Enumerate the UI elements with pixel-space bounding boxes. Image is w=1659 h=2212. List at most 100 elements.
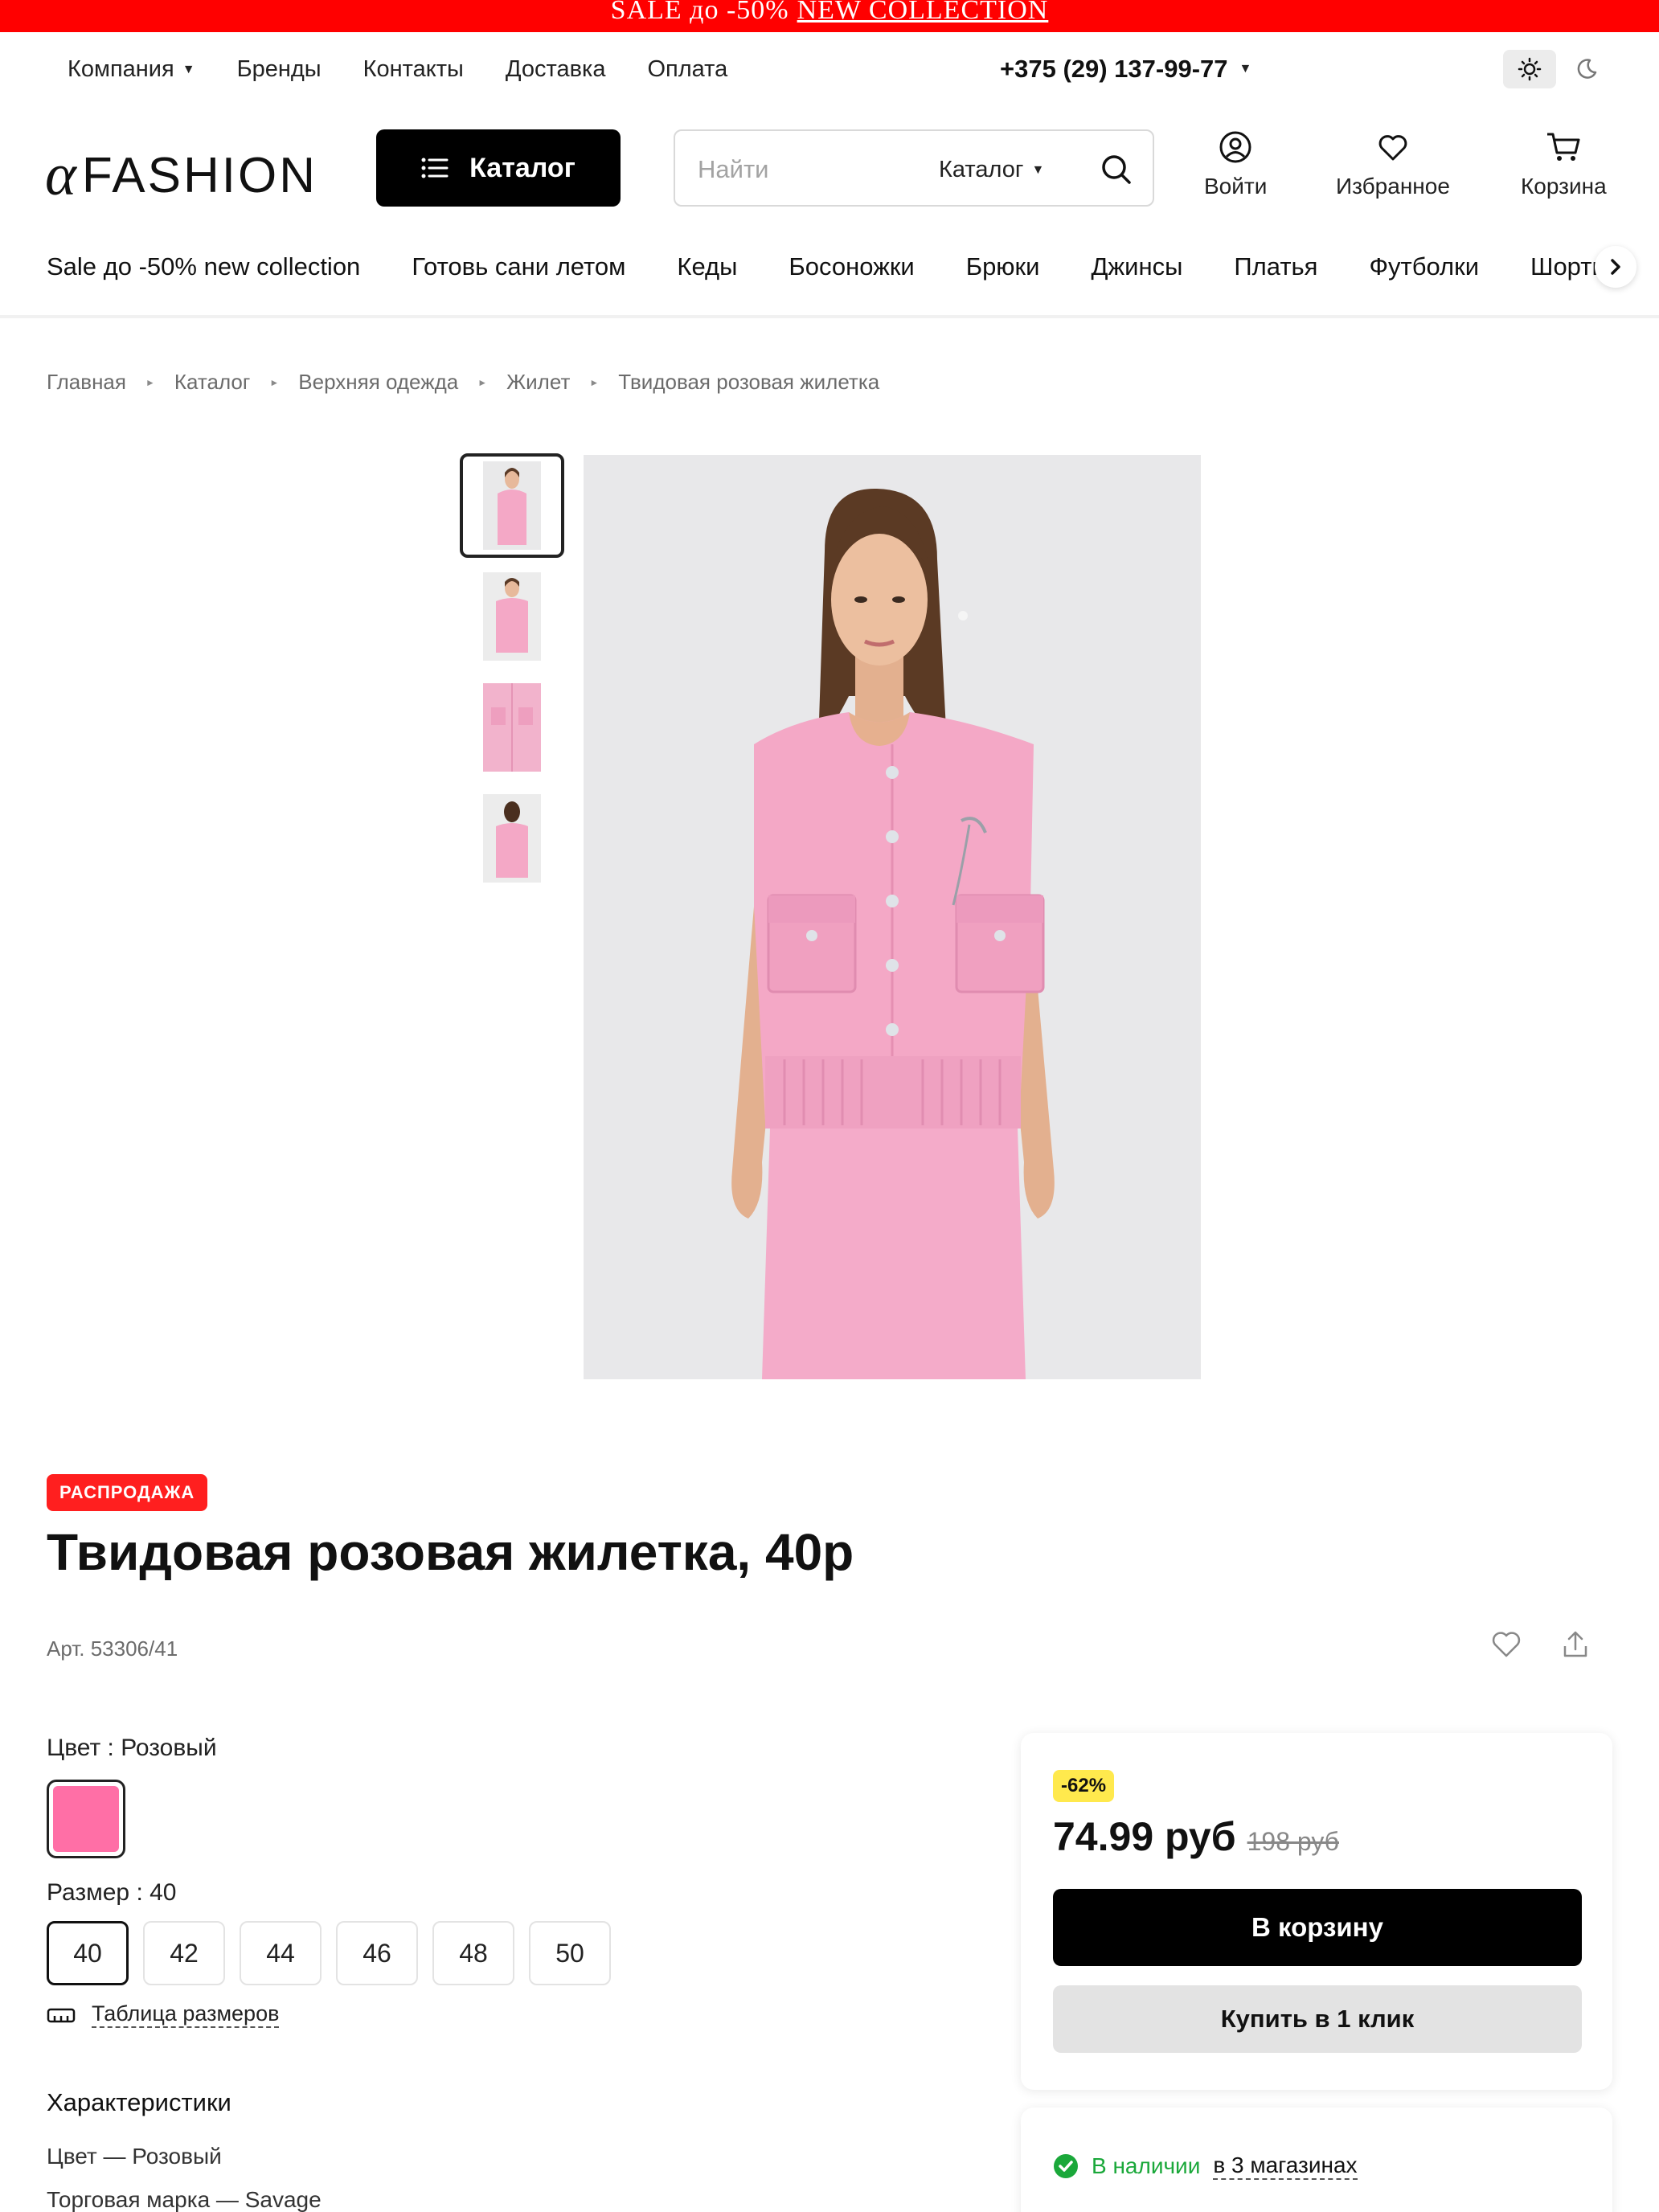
thumbnail-image	[483, 461, 541, 550]
thumbnail-2[interactable]	[460, 564, 564, 669]
moon-icon	[1577, 59, 1597, 79]
top-nav: Компания ▼ Бренды Контакты Доставка Опла…	[68, 56, 727, 83]
sale-badge: РАСПРОДАЖА	[47, 1474, 208, 1511]
header-divider	[0, 315, 1659, 318]
size-option[interactable]: 46	[336, 1921, 418, 1985]
category-item[interactable]: Кеды	[677, 252, 737, 281]
size-option[interactable]: 40	[47, 1921, 129, 1985]
top-nav-brands[interactable]: Бренды	[237, 56, 322, 83]
logo-text: FASHION	[81, 148, 318, 203]
top-nav-label: Бренды	[236, 56, 322, 82]
search-input[interactable]: Найти	[698, 155, 768, 184]
category-item[interactable]: Футболки	[1369, 252, 1479, 281]
product-thumbnails	[460, 453, 564, 897]
breadcrumb-current: Твидовая розовая жилетка	[618, 370, 880, 394]
thumbnail-4[interactable]	[460, 786, 564, 891]
cart-button[interactable]: Корзина	[1521, 130, 1607, 199]
breadcrumb-item[interactable]: Верхняя одежда	[298, 370, 458, 395]
thumbnail-1[interactable]	[460, 453, 564, 558]
category-item[interactable]: Брюки	[966, 252, 1040, 281]
discount-badge: -62%	[1053, 1770, 1115, 1802]
search-button[interactable]	[1099, 152, 1134, 191]
search-scope-label: Каталог	[939, 157, 1024, 182]
category-item[interactable]: Платья	[1234, 252, 1317, 281]
color-swatch-pink[interactable]	[47, 1780, 125, 1858]
top-nav-contacts[interactable]: Контакты	[363, 56, 464, 83]
catalog-button-label: Каталог	[469, 152, 576, 183]
promo-link[interactable]: NEW COLLECTION	[797, 0, 1049, 26]
category-item[interactable]: Sale до -50% new collection	[47, 252, 360, 281]
characteristic-item: Цвет — Розовый	[47, 2144, 222, 2169]
site-logo[interactable]: α FASHION	[45, 141, 317, 210]
product-sku: Арт. 53306/41	[47, 1636, 178, 1661]
thumbnail-3[interactable]	[460, 675, 564, 780]
product-main-image[interactable]	[584, 455, 1201, 1379]
size-selector: 40 42 44 46 48 50	[47, 1921, 611, 1985]
logo-mark: α	[45, 142, 79, 208]
size-table-link[interactable]: Таблица размеров	[47, 2001, 280, 2028]
list-icon	[421, 158, 449, 178]
promo-text: SALE до -50%	[610, 0, 789, 25]
thumbnail-image	[483, 683, 541, 772]
user-icon	[1219, 131, 1251, 163]
chevron-right-icon	[1611, 259, 1620, 275]
favorites-button[interactable]: Избранное	[1336, 130, 1450, 199]
breadcrumb-separator: ►	[269, 376, 280, 388]
cart-label: Корзина	[1521, 174, 1607, 199]
add-to-cart-button[interactable]: В корзину	[1053, 1889, 1582, 1966]
dark-theme-button[interactable]	[1567, 50, 1606, 88]
top-nav-delivery[interactable]: Доставка	[506, 56, 606, 83]
caret-down-icon: ▼	[182, 62, 195, 76]
buy-one-click-button[interactable]: Купить в 1 клик	[1053, 1985, 1582, 2053]
stock-box: В наличии в 3 магазинах	[1021, 2108, 1612, 2212]
top-nav-company[interactable]: Компания ▼	[68, 56, 195, 83]
category-item[interactable]: Джинсы	[1091, 252, 1182, 281]
category-item[interactable]: Босоножки	[789, 252, 914, 281]
search-scope-dropdown[interactable]: Каталог ▼	[939, 157, 1044, 183]
check-circle-icon	[1054, 2154, 1078, 2178]
old-price: 198 руб	[1247, 1827, 1339, 1856]
phone-number: +375 (29) 137-99-77	[1000, 55, 1228, 83]
size-option[interactable]: 50	[529, 1921, 611, 1985]
category-item[interactable]: Готовь сани летом	[412, 252, 625, 281]
ruler-icon	[47, 2008, 76, 2022]
breadcrumb: Главная ► Каталог ► Верхняя одежда ► Жил…	[47, 370, 879, 395]
top-nav-payment[interactable]: Оплата	[647, 56, 727, 83]
promo-banner[interactable]: SALE до -50% NEW COLLECTION	[0, 0, 1659, 32]
top-nav-label: Контакты	[363, 56, 464, 82]
main-header: α FASHION Каталог Найти Каталог ▼ Войти	[0, 121, 1659, 217]
add-to-favorites-button[interactable]	[1490, 1628, 1522, 1665]
size-label: Размер : 40	[47, 1879, 177, 1906]
share-button[interactable]	[1559, 1628, 1591, 1665]
product-photo	[584, 455, 1201, 1379]
breadcrumb-item[interactable]: Каталог	[174, 370, 251, 395]
swatch-fill	[53, 1786, 119, 1852]
category-nav: Sale до -50% new collection Готовь сани …	[0, 241, 1659, 305]
heart-icon	[1492, 1632, 1521, 1657]
size-option[interactable]: 48	[432, 1921, 514, 1985]
caret-down-icon: ▼	[1239, 62, 1252, 76]
size-option[interactable]: 44	[240, 1921, 322, 1985]
top-nav-label: Компания	[68, 56, 174, 82]
login-label: Войти	[1204, 174, 1268, 199]
sun-icon	[1518, 57, 1542, 81]
breadcrumb-item[interactable]: Главная	[47, 370, 126, 395]
category-list: Sale до -50% new collection Готовь сани …	[47, 252, 1616, 281]
breadcrumb-item[interactable]: Жилет	[506, 370, 570, 395]
breadcrumb-separator: ►	[477, 376, 488, 388]
category-scroll-right-button[interactable]	[1595, 246, 1636, 288]
caret-down-icon: ▼	[1031, 162, 1045, 177]
characteristics-list: Цвет — Розовый Торговая марка — Savage	[47, 2135, 322, 2212]
thumbnail-image	[483, 572, 541, 661]
size-option[interactable]: 42	[143, 1921, 225, 1985]
price-block: 74.99 руб 198 руб	[1053, 1813, 1339, 1860]
login-button[interactable]: Войти	[1204, 130, 1267, 199]
heart-icon	[1378, 135, 1407, 161]
search-icon	[1102, 155, 1131, 184]
stock-status: В наличии в 3 магазинах	[1053, 2153, 1358, 2180]
phone-dropdown[interactable]: +375 (29) 137-99-77 ▼	[1000, 55, 1251, 84]
stores-link[interactable]: в 3 магазинах	[1213, 2153, 1358, 2180]
catalog-button[interactable]: Каталог	[376, 129, 621, 207]
product-title: Твидовая розовая жилетка, 40р	[47, 1523, 854, 1581]
light-theme-button[interactable]	[1503, 50, 1556, 88]
